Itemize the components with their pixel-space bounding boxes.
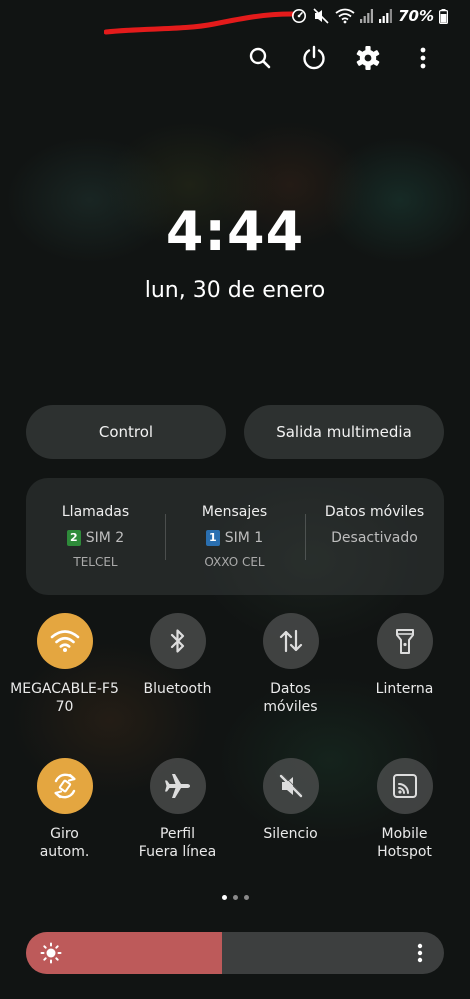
tile-airplane-mode-label: Perfil Fuera línea [138,826,217,860]
tile-wifi-label: MEGACABLE-F5 70 [10,681,119,715]
auto-rotate-icon [53,773,76,799]
tile-mobile-hotspot[interactable]: Mobile Hotspot [348,758,461,861]
tile-auto-rotate-label: Giro autom. [39,826,90,860]
tile-bluetooth-toggle[interactable] [149,613,206,669]
wifi-icon [50,630,79,652]
sim-messages-title: Mensajes [201,504,268,520]
sim1-badge-icon: 1 [205,530,220,546]
sim-manager-panel[interactable]: Llamadas 2 SIM 2 TELCEL Mensajes 1 SIM 1… [26,478,444,595]
tile-flashlight-toggle[interactable] [376,613,433,669]
tile-flashlight[interactable]: Linterna [348,613,461,698]
sim-messages-sim-label: SIM 1 [224,530,264,546]
tile-bluetooth[interactable]: Bluetooth [121,613,234,698]
tile-bluetooth-label: Bluetooth [143,681,212,697]
control-button[interactable]: Control [26,405,226,459]
mute-icon [313,8,329,24]
tile-mobile-hotspot-toggle[interactable] [376,758,433,814]
tile-silent-label: Silencio [263,826,318,842]
tile-mobile-hotspot-label: Mobile Hotspot [377,826,432,860]
battery-icon [439,8,448,24]
tile-silent[interactable]: Silencio [234,758,347,843]
page-indicator [0,895,470,900]
sim-calls-sim-label: SIM 2 [85,530,125,546]
flashlight-icon [395,629,414,654]
sim-messages-column[interactable]: Mensajes 1 SIM 1 OXXO CEL [165,478,304,595]
page-dot[interactable] [232,895,238,900]
power-icon [303,45,325,70]
hotspot-icon [392,774,417,798]
battery-percentage: 70% [398,7,434,25]
sim-data-column[interactable]: Datos móviles Desactivado [305,478,444,595]
clock-date: lun, 30 de enero [144,278,326,303]
mobile-data-icon [279,629,302,653]
more-vert-icon[interactable] [416,942,424,964]
tile-auto-rotate[interactable]: Giro autom. [8,758,121,861]
red-scribble-annotation [104,11,294,35]
sun-icon [40,942,62,964]
sim-calls-carrier: TELCEL [73,555,118,569]
tile-mobile-data-label: Datos móviles [263,681,318,715]
settings-button[interactable] [350,40,386,76]
tile-mobile-data[interactable]: Datos móviles [234,613,347,716]
tile-airplane-mode[interactable]: Perfil Fuera línea [121,758,234,861]
brightness-slider[interactable] [26,932,444,974]
sim-data-title: Datos móviles [324,504,425,520]
sim-calls-column[interactable]: Llamadas 2 SIM 2 TELCEL [26,478,165,595]
clock-time: 4:44 [165,200,305,263]
search-button[interactable] [242,40,278,76]
wifi-icon [335,8,355,24]
tile-auto-rotate-toggle[interactable] [36,758,93,814]
media-output-button[interactable]: Salida multimedia [244,405,444,459]
data-saver-icon [292,9,307,23]
sim-data-status: Desactivado [331,530,418,546]
more-vert-icon [420,47,426,69]
sim-calls-title: Llamadas [61,504,130,520]
status-bar: 70% [291,6,448,26]
more-options-button[interactable] [405,40,441,76]
bluetooth-icon [170,629,184,653]
page-dot[interactable] [243,895,249,900]
tile-wifi-toggle[interactable] [36,613,93,669]
tile-silent-toggle[interactable] [262,758,319,814]
signal-sim2-icon [360,9,374,23]
sim-messages-carrier: OXXO CEL [204,555,265,569]
power-button[interactable] [296,40,332,76]
tile-airplane-mode-toggle[interactable] [149,758,206,814]
search-icon [249,47,271,69]
tile-wifi[interactable]: MEGACABLE-F5 70 [8,613,121,716]
sim-messages-sim: 1 SIM 1 [165,530,304,546]
settings-gear-icon [356,46,380,70]
sim-calls-sim: 2 SIM 2 [26,530,165,546]
tile-mobile-data-toggle[interactable] [262,613,319,669]
signal-sim1-icon [379,9,393,23]
sim2-badge-icon: 2 [66,530,81,546]
airplane-icon [164,774,190,798]
mute-icon [279,774,303,798]
page-dot[interactable] [221,895,227,900]
tile-flashlight-label: Linterna [375,681,434,697]
